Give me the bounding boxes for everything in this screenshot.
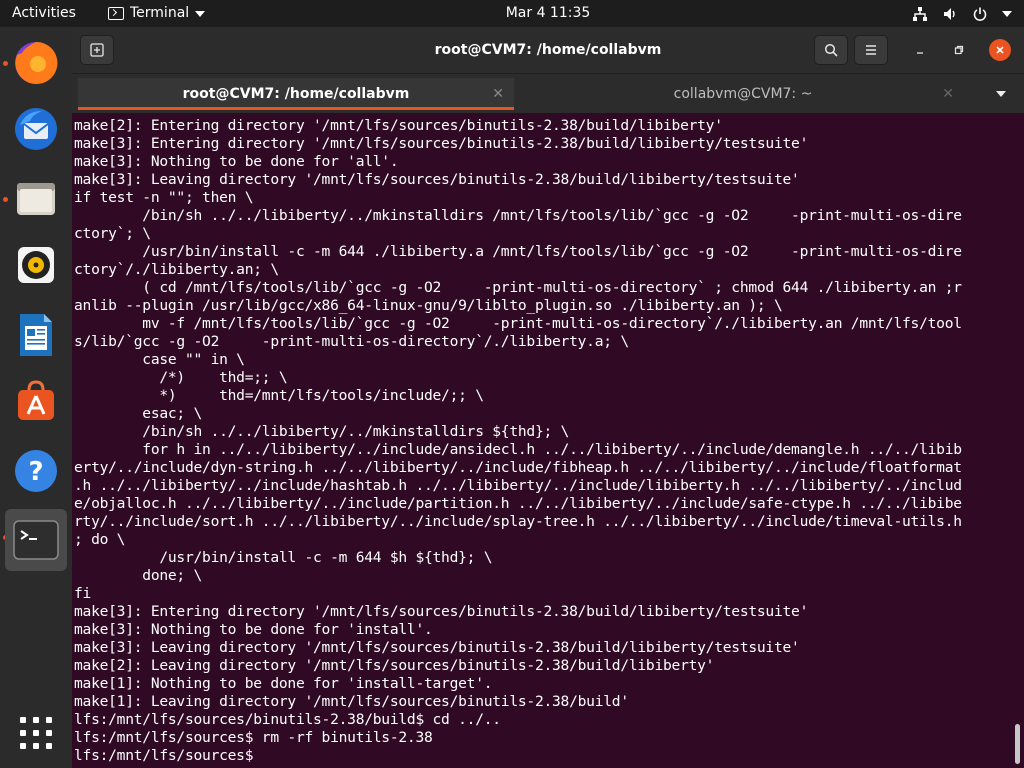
dock-firefox[interactable] [8, 35, 64, 91]
close-icon[interactable]: ✕ [942, 78, 954, 110]
dock-terminal[interactable] [5, 509, 67, 571]
terminal-line: /usr/bin/install -c -m 644 ./libiberty.a… [74, 243, 962, 260]
terminal-line: make[2]: Entering directory '/mnt/lfs/so… [74, 117, 723, 134]
terminal-output: make[2]: Entering directory '/mnt/lfs/so… [74, 117, 1014, 765]
header-bar[interactable]: root@CVM7: /home/collabvm [72, 27, 1024, 73]
terminal-line: done; \ [74, 567, 203, 584]
writer-icon [20, 314, 52, 356]
menu-button[interactable] [854, 35, 888, 65]
show-applications-button[interactable] [8, 705, 64, 761]
terminal-line: make[2]: Leaving directory '/mnt/lfs/sou… [74, 657, 715, 674]
terminal-window: root@CVM7: /home/collabvm root@CVM7: /ho… [72, 27, 1024, 768]
terminal-line: make[3]: Entering directory '/mnt/lfs/so… [74, 603, 809, 620]
terminal-line: rty/../include/sort.h ../../libiberty/..… [74, 513, 962, 530]
firefox-icon [15, 41, 58, 84]
dock-help[interactable]: ? [8, 443, 64, 499]
terminal-line: make[3]: Nothing to be done for 'install… [74, 621, 433, 638]
volume-icon [944, 7, 955, 20]
rhythmbox-icon [18, 247, 54, 283]
terminal-line: lfs:/mnt/lfs/sources/binutils-2.38/build… [74, 711, 501, 728]
search-icon [824, 43, 838, 57]
terminal-line: if test -n ""; then \ [74, 189, 254, 206]
tab-label: root@CVM7: /home/collabvm [182, 86, 410, 102]
terminal-line: make[1]: Leaving directory '/mnt/lfs/sou… [74, 693, 629, 710]
terminal-line: make[3]: Leaving directory '/mnt/lfs/sou… [74, 171, 800, 188]
tab-root[interactable]: root@CVM7: /home/collabvm ✕ [78, 78, 514, 110]
terminal-line: lfs:/mnt/lfs/sources$ rm -rf binutils-2.… [74, 729, 433, 746]
terminal-line: /usr/bin/install -c -m 644 $h ${thd}; \ [74, 549, 493, 566]
minimize-button[interactable] [909, 39, 931, 61]
terminal-line: fi [74, 585, 92, 602]
terminal-line: make[3]: Nothing to be done for 'all'. [74, 153, 399, 170]
terminal-view[interactable]: make[2]: Entering directory '/mnt/lfs/so… [72, 113, 1024, 768]
terminal-line: make[3]: Leaving directory '/mnt/lfs/sou… [74, 639, 800, 656]
terminal-line: /*) thd=;; \ [74, 369, 288, 386]
thunderbird-icon [15, 108, 57, 150]
minimize-icon [917, 52, 923, 54]
terminal-line: lfs:/mnt/lfs/sources$ [74, 747, 262, 764]
system-tray[interactable] [912, 0, 1012, 27]
power-icon [973, 7, 987, 21]
network-icon [913, 6, 927, 21]
close-icon [996, 46, 1004, 54]
terminal-line: /bin/sh ../../libiberty/../mkinstalldirs… [74, 207, 962, 224]
search-button[interactable] [814, 35, 848, 65]
terminal-line: esac; \ [74, 405, 203, 422]
terminal-line: ctory`; \ [74, 225, 151, 242]
close-button[interactable] [989, 39, 1011, 61]
terminal-line: s/lib/`gcc -g -O2 -print-multi-os-direct… [74, 333, 629, 350]
tab-bar: root@CVM7: /home/collabvm ✕ collabvm@CVM… [72, 73, 1024, 113]
tab-label: collabvm@CVM7: ~ [673, 86, 813, 102]
clock[interactable]: Mar 4 11:35 [0, 0, 1024, 27]
dock-thunderbird[interactable] [8, 101, 64, 157]
terminal-line: .h ../../libiberty/../include/hashtab.h … [74, 477, 962, 494]
terminal-line: erty/../include/dyn-string.h ../../libib… [74, 459, 962, 476]
dock-rhythmbox[interactable] [8, 237, 64, 293]
hamburger-menu-icon [866, 45, 876, 55]
terminal-line: ctory`/./libiberty.an; \ [74, 261, 279, 278]
terminal-line: ; do \ [74, 531, 126, 548]
tab-list-dropdown-icon[interactable] [996, 91, 1006, 97]
restore-button[interactable] [948, 39, 970, 61]
restore-icon [954, 45, 964, 55]
terminal-line: make[1]: Nothing to be done for 'install… [74, 675, 493, 692]
software-store-icon [18, 380, 54, 420]
svg-text:?: ? [28, 457, 43, 487]
terminal-line: case "" in \ [74, 351, 245, 368]
app-grid-icon [20, 717, 52, 749]
terminal-line: make[3]: Entering directory '/mnt/lfs/so… [74, 135, 809, 152]
help-icon: ? [15, 450, 57, 492]
dock-files[interactable] [8, 171, 64, 227]
top-bar: Activities Terminal Mar 4 11:35 [0, 0, 1024, 27]
terminal-line: ( cd /mnt/lfs/tools/lib/`gcc -g -O2 -pri… [74, 279, 962, 296]
terminal-line: anlib --plugin /usr/lib/gcc/x86_64-linux… [74, 297, 783, 314]
chevron-down-icon [1002, 10, 1012, 17]
terminal-line: /bin/sh ../../libiberty/../mkinstalldirs… [74, 423, 570, 440]
close-icon[interactable]: ✕ [492, 78, 504, 110]
dock: ? [0, 27, 72, 768]
files-icon [17, 183, 55, 215]
terminal-line: for h in ../../libiberty/../include/ansi… [74, 441, 962, 458]
terminal-line: mv -f /mnt/lfs/tools/lib/`gcc -g -O2 -pr… [74, 315, 962, 332]
terminal-line: *) thd=/mnt/lfs/tools/include/;; \ [74, 387, 484, 404]
terminal-icon [13, 520, 59, 560]
scrollbar-thumb[interactable] [1015, 724, 1020, 764]
terminal-line: e/objalloc.h ../../libiberty/../include/… [74, 495, 962, 512]
tab-collabvm[interactable]: collabvm@CVM7: ~ ✕ [518, 78, 968, 110]
dock-ubuntu-software[interactable] [8, 373, 64, 429]
dock-libreoffice-writer[interactable] [8, 307, 64, 363]
